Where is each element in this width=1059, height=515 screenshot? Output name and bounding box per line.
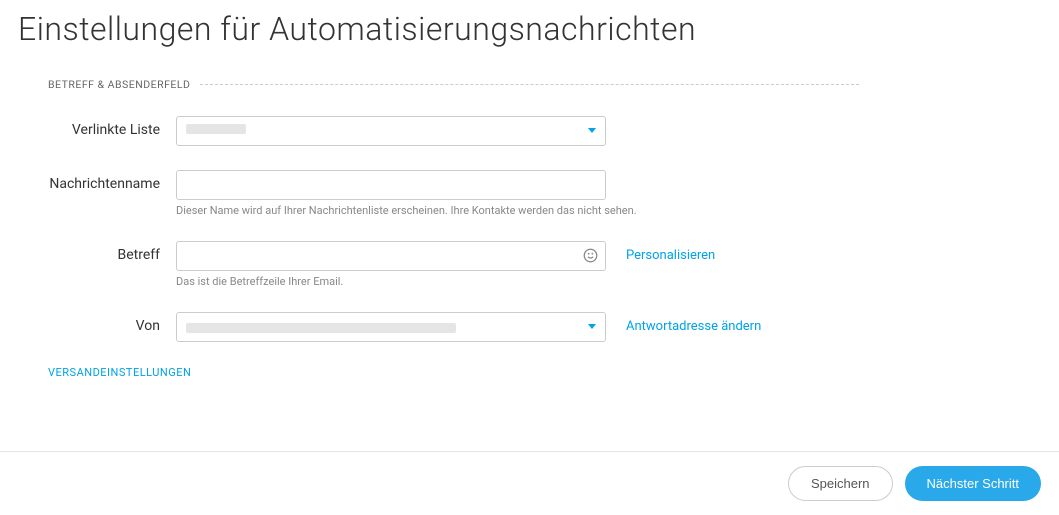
message-name-input[interactable] — [176, 170, 606, 200]
row-from: Von Antwortadresse ändern — [0, 312, 1059, 342]
label-from: Von — [48, 312, 176, 334]
label-subject: Betreff — [48, 241, 176, 263]
section-header: BETREFF & ABSENDERFELD — [48, 78, 200, 91]
from-select[interactable] — [176, 312, 606, 342]
reply-address-link[interactable]: Antwortadresse ändern — [626, 312, 761, 334]
subject-input[interactable] — [176, 241, 606, 271]
row-subject: Betreff Das ist die Betreffzeile Ihrer E… — [0, 241, 1059, 288]
row-linked-list: Verlinkte Liste — [0, 116, 1059, 146]
emoji-icon[interactable] — [583, 248, 598, 267]
row-message-name: Nachrichtenname Dieser Name wird auf Ihr… — [0, 170, 1059, 217]
section-divider — [200, 84, 859, 85]
help-message-name: Dieser Name wird auf Ihrer Nachrichtenli… — [176, 204, 637, 217]
label-linked-list: Verlinkte Liste — [48, 116, 176, 138]
help-subject: Das ist die Betreffzeile Ihrer Email. — [176, 275, 606, 288]
label-message-name: Nachrichtenname — [48, 170, 176, 192]
next-step-button[interactable]: Nächster Schritt — [905, 466, 1041, 501]
save-button[interactable]: Speichern — [788, 466, 893, 501]
personalize-link[interactable]: Personalisieren — [626, 241, 715, 263]
section-header-row: BETREFF & ABSENDERFELD — [48, 78, 1059, 91]
linked-list-select[interactable] — [176, 116, 606, 146]
footer: Speichern Nächster Schritt — [0, 451, 1059, 515]
delivery-settings-link[interactable]: VERSANDEINSTELLUNGEN — [48, 366, 1059, 379]
page-title: Einstellungen für Automatisierungsnachri… — [0, 0, 1059, 48]
